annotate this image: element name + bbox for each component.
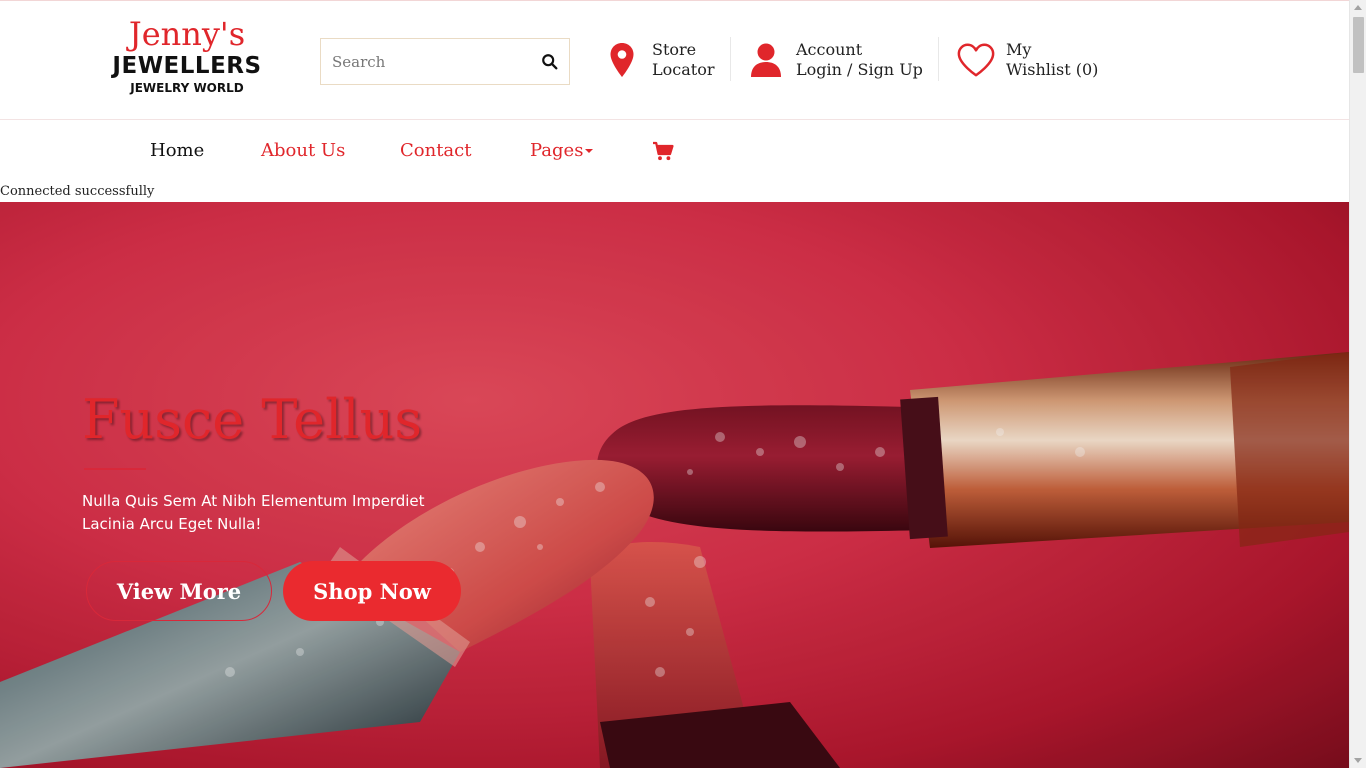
shop-now-button[interactable]: Shop Now <box>283 561 461 621</box>
wishlist-count-label: Wishlist (0) <box>1006 60 1099 79</box>
wishlist-my-label: My <box>1006 40 1032 59</box>
locator-label: Locator <box>652 60 715 79</box>
nav-pages-label: Pages <box>530 140 584 161</box>
site-logo[interactable]: Jenny's JEWELLERS JEWELRY WORLD <box>96 15 278 97</box>
hero-lipstick-image <box>0 202 1349 768</box>
store-label: Store <box>652 40 697 59</box>
nav-pages[interactable]: Pages <box>530 139 594 163</box>
store-locator-link[interactable]: Store Locator <box>602 37 714 83</box>
logo-tagline: JEWELRY WORLD <box>130 81 244 95</box>
view-more-button[interactable]: View More <box>86 561 272 621</box>
hero-title: Fusce Tellus <box>82 388 423 451</box>
main-nav: Home About Us Contact Pages <box>0 121 1349 183</box>
nav-cart[interactable] <box>652 141 674 168</box>
header-divider <box>730 37 731 81</box>
nav-contact[interactable]: Contact <box>400 139 471 163</box>
search-icon[interactable] <box>541 53 559 71</box>
hero-banner: Fusce Tellus Nulla Quis Sem At Nibh Elem… <box>0 202 1349 768</box>
search-box <box>320 38 570 85</box>
hero-divider <box>84 468 146 470</box>
vertical-scrollbar[interactable] <box>1349 0 1366 768</box>
heart-icon <box>956 40 996 80</box>
scrollbar-thumb[interactable] <box>1353 17 1364 73</box>
search-input[interactable] <box>321 39 531 84</box>
wishlist-link[interactable]: My Wishlist (0) <box>956 37 1098 83</box>
nav-about-us[interactable]: About Us <box>261 139 345 163</box>
header-divider <box>938 37 939 81</box>
page: Jenny's JEWELLERS JEWELRY WORLD Store Lo… <box>0 0 1349 768</box>
scroll-up-arrow-icon[interactable] <box>1354 5 1362 10</box>
hero-subtitle: Nulla Quis Sem At Nibh Elementum Imperdi… <box>82 492 425 533</box>
nav-home[interactable]: Home <box>150 139 204 163</box>
logo-title: Jenny's <box>128 15 246 53</box>
login-signup-label: Login / Sign Up <box>796 60 923 79</box>
map-pin-icon <box>602 40 642 80</box>
scroll-down-arrow-icon[interactable] <box>1354 758 1362 763</box>
cart-icon <box>653 141 674 161</box>
connection-status-text: Connected successfully <box>0 184 155 199</box>
header: Jenny's JEWELLERS JEWELRY WORLD Store Lo… <box>0 0 1349 120</box>
account-link[interactable]: Account Login / Sign Up <box>746 37 923 83</box>
logo-subtitle: JEWELLERS <box>112 53 262 79</box>
user-icon <box>746 40 786 80</box>
caret-down-icon <box>585 149 594 153</box>
account-label: Account <box>796 40 863 59</box>
